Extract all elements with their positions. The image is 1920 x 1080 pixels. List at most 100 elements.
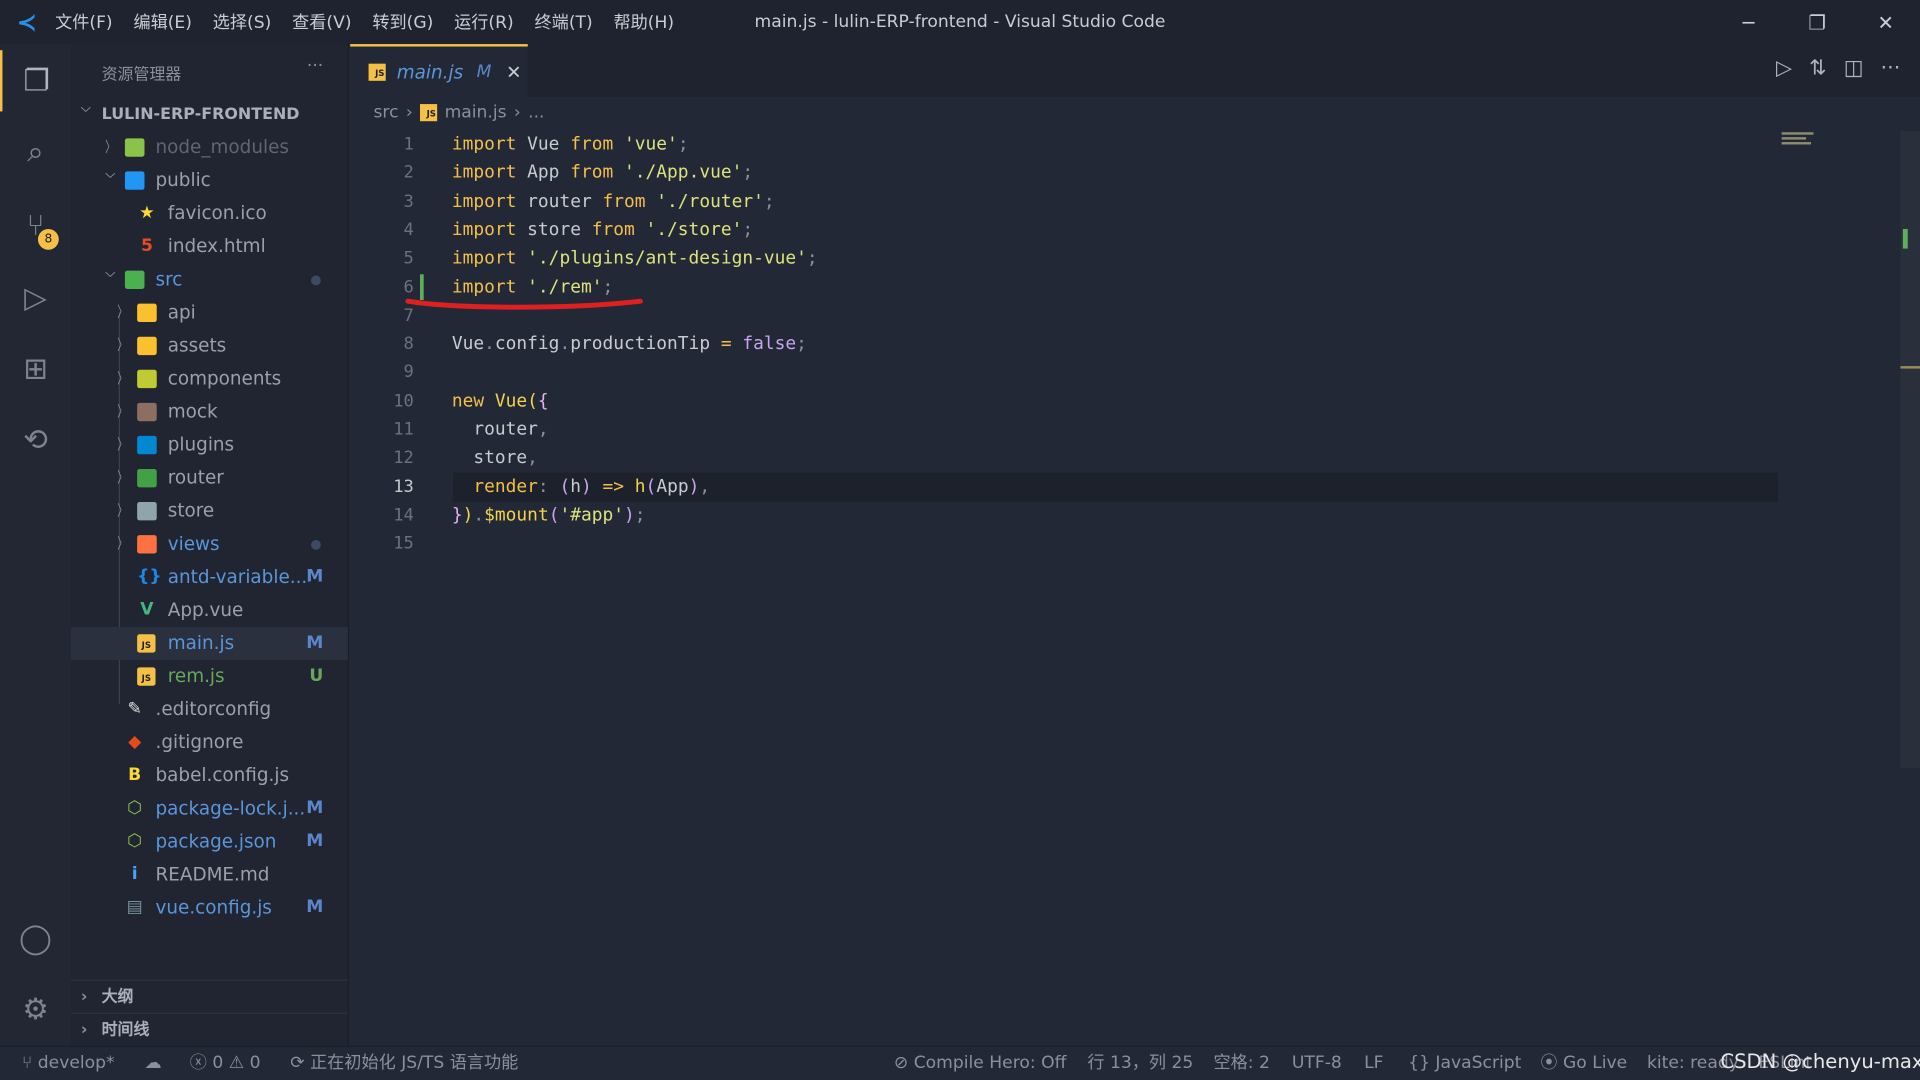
- problems-status[interactable]: ⓧ 0 ⚠ 0: [190, 1047, 261, 1080]
- search-icon[interactable]: ⌕: [0, 121, 71, 182]
- json-braces-icon: {}: [137, 566, 162, 587]
- breadcrumb-symbols[interactable]: ...: [528, 103, 544, 123]
- code-line: Vue.config.productionTip = false;: [452, 333, 807, 354]
- item-name: antd-variable...: [167, 565, 308, 588]
- cursor-position[interactable]: 行 13，列 25: [1087, 1047, 1193, 1080]
- source-control-icon[interactable]: ⑂ 8: [0, 195, 71, 256]
- file-item[interactable]: i README.md: [71, 858, 348, 891]
- chevron-right-icon: 〉: [117, 468, 128, 487]
- file-item[interactable]: 5 index.html: [71, 230, 348, 263]
- folder-item[interactable]: ﹀ src: [71, 263, 348, 296]
- language-mode[interactable]: {} JavaScript: [1408, 1047, 1521, 1080]
- git-icon: ◆: [128, 732, 142, 752]
- file-item[interactable]: JS rem.js U: [71, 660, 348, 693]
- split-editor-icon[interactable]: ◫: [1844, 56, 1864, 80]
- git-status-badge: U: [309, 666, 324, 686]
- indentation-status[interactable]: 空格: 2: [1213, 1047, 1269, 1080]
- outline-label: 大纲: [101, 988, 134, 1007]
- file-item[interactable]: Bbabel.config.js: [71, 759, 348, 792]
- minimap[interactable]: [1781, 132, 1819, 156]
- code-token: =>: [602, 475, 635, 497]
- menu-item[interactable]: 运行(R): [454, 13, 514, 33]
- code-token: ,: [699, 475, 711, 497]
- restore-button[interactable]: ❐: [1783, 0, 1852, 44]
- editor-scrollbar[interactable]: [1900, 131, 1920, 768]
- file-item[interactable]: ◆ .gitignore: [71, 726, 348, 759]
- menu-item[interactable]: 查看(V): [292, 13, 351, 33]
- item-name: main.js: [167, 631, 235, 654]
- encoding-status[interactable]: UTF-8: [1292, 1047, 1342, 1080]
- mock-folder-icon: [137, 402, 157, 422]
- eol-status[interactable]: LF: [1364, 1047, 1383, 1080]
- menu-item[interactable]: 终端(T): [535, 13, 593, 33]
- menu-item[interactable]: 帮助(H): [613, 13, 674, 33]
- folder-item[interactable]: 〉 store: [71, 495, 348, 528]
- code-token: new: [451, 390, 495, 412]
- minimize-button[interactable]: ─: [1714, 0, 1783, 44]
- folder-item[interactable]: ﹀ public: [71, 164, 348, 197]
- item-name: .gitignore: [155, 731, 244, 754]
- branch-status[interactable]: ⑂ develop*: [22, 1047, 115, 1080]
- folder-item[interactable]: 〉 mock: [71, 396, 348, 429]
- code-token: ): [580, 475, 603, 497]
- file-item[interactable]: ⬡ package.json M: [71, 825, 348, 858]
- run-icon[interactable]: ▷: [1776, 56, 1792, 80]
- code-token: import: [451, 190, 528, 212]
- file-item[interactable]: ⬡ package-lock.j... M: [71, 792, 348, 825]
- git-status-badge: M: [306, 831, 324, 852]
- item-name: components: [167, 367, 282, 390]
- file-item[interactable]: ★ favicon.ico: [71, 197, 348, 230]
- menu-item[interactable]: 转到(G): [372, 13, 433, 33]
- code-editor[interactable]: 1 import Vue from 'vue'; 2 import App from …: [350, 131, 1920, 1046]
- item-name: src: [155, 268, 183, 291]
- menu-item[interactable]: 文件(F): [55, 13, 113, 33]
- item-name: vue.config.js: [155, 896, 272, 919]
- folder-item[interactable]: 〉 plugins: [71, 429, 348, 462]
- timeline-panel-header[interactable]: › 时间线: [71, 1012, 348, 1046]
- go-live-button[interactable]: ⦿ Go Live: [1540, 1047, 1627, 1080]
- open-changes-icon[interactable]: ⇅: [1809, 56, 1826, 80]
- extensions-icon[interactable]: ⊞: [0, 338, 71, 399]
- outline-panel-header[interactable]: › 大纲: [71, 979, 348, 1013]
- file-item[interactable]: JS main.js M: [71, 626, 348, 661]
- file-item[interactable]: ✎ .editorconfig: [71, 693, 348, 726]
- close-tab-icon[interactable]: ✕: [506, 61, 521, 83]
- folder-item[interactable]: 〉 node_modules: [71, 131, 348, 164]
- folder-item[interactable]: 〉 views: [71, 528, 348, 561]
- code-token: Vue: [451, 333, 485, 354]
- folder-item[interactable]: 〉 router: [71, 462, 348, 495]
- line-number: 15: [393, 534, 414, 554]
- code-token: from: [570, 161, 625, 183]
- settings-gear-icon[interactable]: ⚙: [0, 978, 71, 1039]
- account-icon[interactable]: ◯: [0, 907, 71, 968]
- breadcrumb-folder[interactable]: src: [373, 103, 398, 123]
- menu-item[interactable]: 选择(S): [213, 13, 272, 33]
- tab-main-js[interactable]: JS main.js M ✕: [350, 44, 528, 97]
- menu-item[interactable]: 编辑(E): [133, 13, 192, 33]
- code-token: store: [451, 447, 528, 469]
- file-item[interactable]: ▤ vue.config.js M: [71, 891, 348, 924]
- store-folder-icon: [137, 502, 157, 521]
- folder-item[interactable]: 〉 components: [71, 362, 348, 395]
- more-actions-button[interactable]: ···: [307, 56, 323, 76]
- close-window-button[interactable]: ✕: [1851, 0, 1920, 44]
- run-debug-icon[interactable]: ▷: [0, 267, 71, 328]
- code-token: h: [570, 475, 581, 497]
- compile-hero-status[interactable]: ⊘ Compile Hero: Off: [894, 1047, 1067, 1080]
- folder-item[interactable]: 〉 api: [71, 296, 348, 329]
- file-item[interactable]: {} antd-variable... M: [71, 561, 348, 594]
- vscode-window: ≺ 文件(F) 编辑(E) 选择(S) 查看(V) 转到(G) 运行(R) 终端(T) 帮助(…: [0, 0, 1920, 1080]
- more-icon[interactable]: ···: [1881, 56, 1901, 80]
- sync-cloud-icon[interactable]: ☁: [144, 1047, 161, 1080]
- line-number: 3: [403, 191, 414, 212]
- remote-icon[interactable]: ⟲: [0, 409, 71, 470]
- item-name: rem.js: [167, 664, 225, 687]
- project-root[interactable]: ﹀ LULIN-ERP-FRONTEND: [71, 98, 348, 131]
- nodejs-icon: ⬡: [127, 831, 143, 852]
- code-token: App: [527, 161, 571, 183]
- explorer-icon[interactable]: ❐: [0, 50, 71, 112]
- folder-item[interactable]: 〉 assets: [71, 329, 348, 362]
- item-name: index.html: [167, 235, 266, 258]
- breadcrumb-file[interactable]: main.js: [445, 103, 507, 123]
- file-item[interactable]: V App.vue: [71, 594, 348, 627]
